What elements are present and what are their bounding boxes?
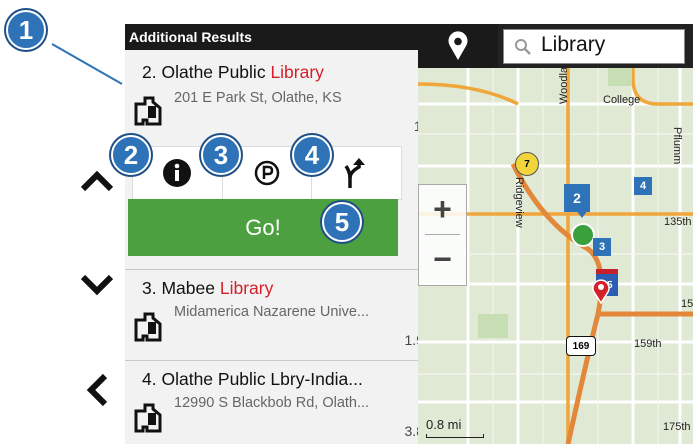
- callout-2: 2: [111, 135, 151, 175]
- callout-4: 4: [292, 135, 332, 175]
- callout-3: 3: [201, 135, 241, 175]
- callout-5: 5: [322, 202, 362, 242]
- callout-1: 1: [6, 10, 46, 50]
